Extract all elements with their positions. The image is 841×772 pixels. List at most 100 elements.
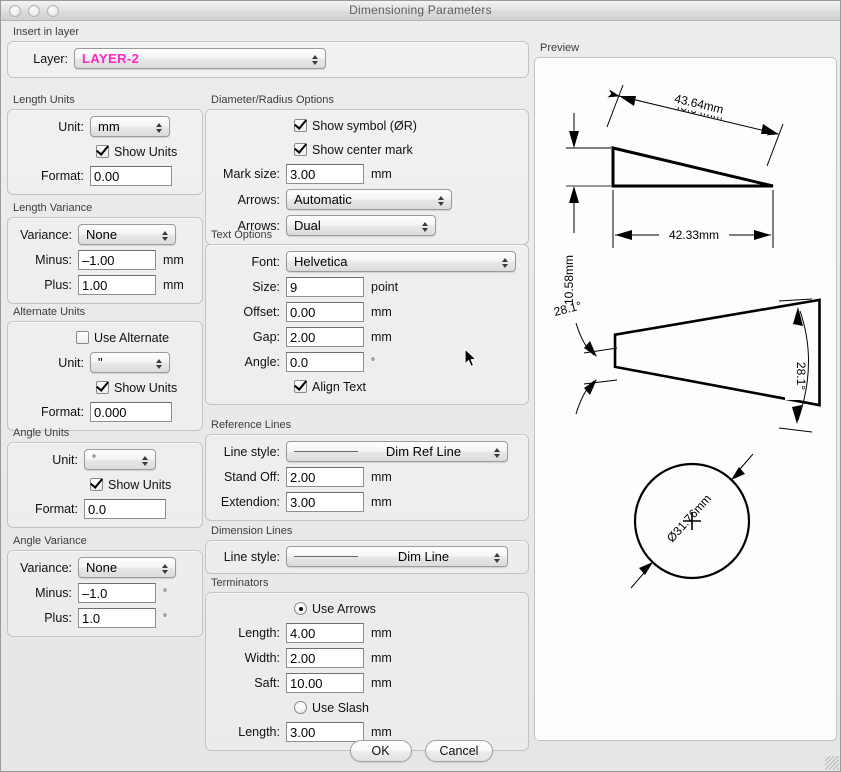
preview-drawing: 43.64mm 43.64mm 42.33mm (552, 84, 821, 589)
length-plus-label: Plus: (44, 278, 72, 292)
stepper-arrows-icon[interactable] (490, 444, 503, 461)
mark-size-input[interactable] (286, 164, 364, 184)
length-minus-label: Minus: (35, 253, 72, 267)
extendion-unit: mm (371, 495, 392, 509)
cancel-button[interactable]: Cancel (424, 740, 494, 762)
dimensioning-parameters-window: Dimensioning Parameters Insert in layer … (0, 0, 841, 772)
text-angle-unit: ° (371, 356, 375, 368)
diameter-radius-group-label: Diameter/Radius Options (211, 94, 334, 106)
terminator-length-unit: mm (371, 626, 392, 640)
line-style-preview-icon (294, 556, 358, 557)
length-minus-input[interactable] (78, 250, 156, 270)
slash-length-input[interactable] (286, 722, 364, 742)
dialog-content: Insert in layer Layer: LAYER-2 Length Un… (1, 21, 840, 771)
angle-variance-select[interactable]: None (78, 557, 176, 578)
dim-line-style-value: Dim Line (397, 549, 450, 564)
angle-units-group-label: Angle Units (13, 427, 70, 439)
length-variance-select[interactable]: None (78, 224, 176, 245)
offset-input[interactable] (286, 302, 364, 322)
resize-grip[interactable] (825, 756, 839, 770)
stepper-arrows-icon[interactable] (158, 227, 171, 244)
preview-diameter: Ø31.76mm (664, 492, 714, 545)
checkbox-check-icon (294, 119, 307, 132)
layer-select[interactable]: LAYER-2 (74, 48, 326, 69)
angle-plus-input[interactable] (78, 608, 156, 628)
angle-format-label: Format: (34, 502, 78, 516)
terminator-saft-input[interactable] (286, 673, 364, 693)
stepper-arrows-icon[interactable] (158, 560, 171, 577)
terminator-length-input[interactable] (286, 623, 364, 643)
terminator-width-input[interactable] (286, 648, 364, 668)
stepper-arrows-icon[interactable] (434, 192, 447, 209)
use-slash-radio[interactable]: Use Slash (294, 701, 369, 715)
alternate-units-section: Alternate Units Use Alternate Unit: " Sh… (7, 306, 203, 431)
slash-length-unit: mm (371, 725, 392, 739)
font-label: Font: (251, 254, 281, 269)
preview-dim-horizontal: 42.33mm (669, 228, 719, 242)
stepper-arrows-icon[interactable] (490, 549, 503, 566)
angle-unit-value: ° (92, 454, 96, 465)
align-text-checkbox[interactable]: Align Text (294, 380, 366, 394)
terminator-width-label: Width: (244, 651, 280, 665)
reference-lines-section: Reference Lines Line style: Dim Ref Line (205, 419, 529, 521)
arrows-automatic-select[interactable]: Automatic (286, 189, 452, 210)
preview-canvas: 43.64mm 43.64mm 42.33mm (534, 57, 837, 741)
extendion-input[interactable] (286, 492, 364, 512)
terminators-group: Use Arrows Length: mm Width: mm Saf (205, 592, 529, 751)
angle-show-units-label: Show Units (108, 477, 172, 492)
line-style-preview-icon (294, 451, 358, 452)
alternate-format-input[interactable] (90, 402, 172, 422)
use-alternate-checkbox[interactable]: Use Alternate (76, 331, 169, 345)
angle-variance-section: Angle Variance Variance: None Minus: –1.… (7, 535, 203, 637)
gap-unit: mm (371, 330, 392, 344)
show-symbol-checkbox[interactable]: Show symbol (ØR) (294, 119, 417, 133)
stepper-arrows-icon[interactable] (138, 452, 151, 469)
alternate-unit-label: Unit: (58, 355, 84, 370)
text-options-group-label: Text Options (211, 229, 273, 241)
length-units-group: Unit: mm Show Units Format: 0.00 (7, 109, 203, 195)
alternate-show-units-checkbox[interactable]: Show Units (96, 381, 177, 395)
font-select[interactable]: Helvetica (286, 251, 516, 272)
length-format-input[interactable] (90, 166, 172, 186)
show-center-mark-checkbox[interactable]: Show center mark (294, 143, 413, 157)
length-units-section: Length Units Unit: mm Show Units Format:… (7, 94, 203, 195)
dim-line-style-select[interactable]: Dim Line (286, 546, 508, 567)
angle-format-input[interactable] (84, 499, 166, 519)
layer-label: Layer: (33, 51, 68, 66)
gap-input[interactable] (286, 327, 364, 347)
angle-variance-label: Variance: (20, 560, 72, 575)
angle-show-units-checkbox[interactable]: Show Units (90, 478, 171, 492)
length-show-units-checkbox[interactable]: Show Units (96, 145, 177, 159)
mouse-cursor (464, 347, 478, 368)
angle-variance-value: None (86, 560, 118, 575)
length-variance-group: Variance: None Minus: mm (7, 217, 203, 304)
ok-button[interactable]: OK (349, 740, 412, 762)
length-plus-input[interactable] (78, 275, 156, 295)
stepper-arrows-icon[interactable] (152, 355, 165, 372)
dialog-footer: OK Cancel (1, 740, 840, 762)
stepper-arrows-icon[interactable] (498, 254, 511, 271)
dimension-lines-section: Dimension Lines Line style: Dim Line (205, 525, 529, 574)
dimension-lines-group-label: Dimension Lines (211, 525, 293, 537)
angle-minus-input[interactable] (78, 583, 156, 603)
use-arrows-radio[interactable]: Use Arrows (294, 602, 376, 616)
use-arrows-label: Use Arrows (312, 601, 376, 616)
checkbox-check-icon (294, 143, 307, 156)
stepper-arrows-icon[interactable] (152, 119, 165, 136)
stand-off-input[interactable] (286, 467, 364, 487)
text-angle-input[interactable] (286, 352, 364, 372)
size-input[interactable] (286, 277, 364, 297)
stepper-arrows-icon[interactable] (308, 51, 321, 68)
use-slash-label: Use Slash (312, 700, 369, 715)
length-unit-select[interactable]: mm (90, 116, 170, 137)
window-title: Dimensioning Parameters (349, 3, 492, 17)
checkbox-check-icon (96, 145, 109, 158)
length-plus-unit: mm (163, 278, 184, 292)
mark-size-label: Mark size: (223, 167, 280, 181)
ref-line-style-select[interactable]: Dim Ref Line (286, 441, 508, 462)
arrows-automatic-value: Automatic (294, 192, 352, 207)
alternate-unit-select[interactable]: " (90, 352, 170, 373)
text-options-section: Text Options Font: Helvetica Size: 9 poi… (205, 229, 529, 405)
diameter-radius-section: Diameter/Radius Options Show symbol (ØR)… (205, 94, 529, 245)
angle-unit-select[interactable]: ° (84, 449, 156, 470)
